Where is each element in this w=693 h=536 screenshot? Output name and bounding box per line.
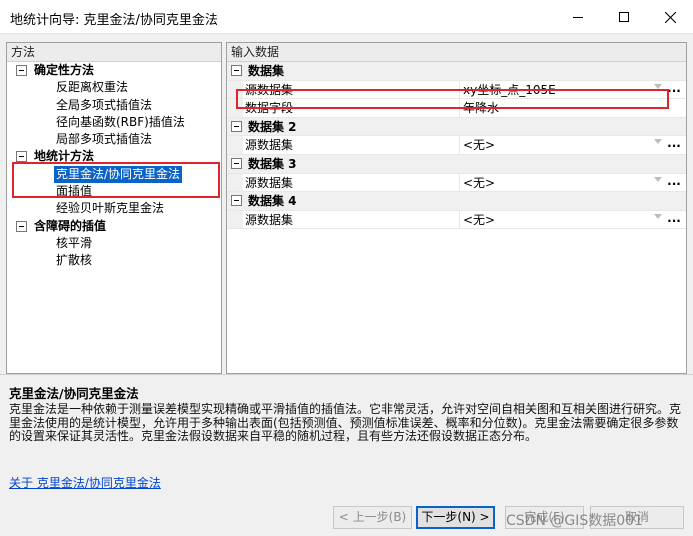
- group-dataset-4[interactable]: 数据集 4: [227, 192, 686, 211]
- dropdown-arrow-icon: [654, 213, 662, 219]
- button-bar: < 上一步(B) 下一步(N) > 完成(F) 取消: [0, 500, 693, 536]
- group-dataset-2[interactable]: 数据集 2: [227, 117, 686, 137]
- tree-item-idw[interactable]: 反距离权重法: [7, 79, 221, 96]
- next-button[interactable]: 下一步(N) >: [416, 506, 495, 529]
- tree-category-deterministic[interactable]: 确定性方法: [7, 62, 221, 79]
- previous-button[interactable]: < 上一步(B): [333, 506, 412, 529]
- group-dataset-3[interactable]: 数据集 3: [227, 154, 686, 174]
- description-title: 克里金法/协同克里金法: [9, 386, 139, 401]
- collapse-icon[interactable]: [231, 65, 242, 76]
- collapse-icon[interactable]: [231, 195, 242, 207]
- tree-item-rbf[interactable]: 径向基函数(RBF)插值法: [7, 114, 221, 131]
- finish-button[interactable]: 完成(F): [505, 506, 584, 529]
- group-dataset-1[interactable]: 数据集: [227, 62, 686, 81]
- tree-item-ebk[interactable]: 经验贝叶斯克里金法: [7, 200, 221, 217]
- browse-button[interactable]: ...: [664, 136, 684, 153]
- close-button[interactable]: [647, 0, 693, 34]
- method-panel: 方法 确定性方法 反距离权重法 全局多项式插值法 径向基函数(RBF)插值法 局…: [6, 42, 222, 374]
- collapse-icon[interactable]: [231, 120, 242, 132]
- maximize-button[interactable]: [601, 0, 647, 34]
- wizard-main: 方法 确定性方法 反距离权重法 全局多项式插值法 径向基函数(RBF)插值法 局…: [0, 34, 693, 374]
- tree-item-kernel-smoothing[interactable]: 核平滑: [7, 235, 221, 252]
- browse-button[interactable]: ...: [664, 174, 684, 191]
- highlight-annotation: [12, 162, 220, 198]
- minimize-icon: [573, 16, 583, 18]
- input-data-panel: 输入数据 数据集 源数据集 xy坐标_点_105E ... 数据字段 年降水 数…: [226, 42, 687, 374]
- dropdown-arrow-icon: [654, 176, 662, 182]
- minimize-button[interactable]: [555, 0, 601, 34]
- close-icon: [664, 11, 676, 23]
- method-description: 克里金法/协同克里金法 克里金法是一种依赖于测量误差模型实现精确或平滑插值的插值…: [0, 374, 693, 500]
- property-row-source-dataset[interactable]: 源数据集 <无> ...: [227, 173, 686, 193]
- dropdown-arrow-icon: [654, 83, 662, 89]
- window-title: 地统计向导: 克里金法/协同克里金法: [10, 13, 218, 28]
- about-link[interactable]: 关于 克里金法/协同克里金法: [9, 474, 161, 491]
- input-data-header: 输入数据: [227, 43, 686, 62]
- tree-item-local-polynomial[interactable]: 局部多项式插值法: [7, 131, 221, 148]
- highlight-annotation: [236, 89, 669, 109]
- property-row-source-dataset[interactable]: 源数据集 <无> ...: [227, 210, 686, 230]
- collapse-icon[interactable]: [16, 65, 27, 76]
- source-dataset-select[interactable]: <无>: [461, 211, 662, 229]
- collapse-icon[interactable]: [16, 151, 27, 163]
- cancel-button[interactable]: 取消: [590, 506, 684, 529]
- tree-item-diffusion-kernel[interactable]: 扩散核: [7, 252, 221, 269]
- maximize-icon: [619, 12, 629, 22]
- property-row-source-dataset[interactable]: 源数据集 <无> ...: [227, 136, 686, 155]
- description-body: 克里金法是一种依赖于测量误差模型实现精确或平滑插值的插值法。它非常灵活，允许对空…: [9, 402, 682, 443]
- source-dataset-select[interactable]: <无>: [461, 136, 662, 154]
- method-panel-header: 方法: [7, 43, 221, 62]
- collapse-icon[interactable]: [16, 220, 27, 232]
- title-bar: 地统计向导: 克里金法/协同克里金法: [0, 0, 693, 34]
- collapse-icon[interactable]: [231, 157, 242, 169]
- property-grid: 数据集 源数据集 xy坐标_点_105E ... 数据字段 年降水 数据集 2 …: [227, 62, 686, 230]
- tree-category-barriers[interactable]: 含障碍的插值: [7, 218, 221, 235]
- tree-item-global-polynomial[interactable]: 全局多项式插值法: [7, 97, 221, 114]
- browse-button[interactable]: ...: [664, 211, 684, 228]
- source-dataset-select[interactable]: <无>: [461, 174, 662, 192]
- dropdown-arrow-icon: [654, 139, 662, 145]
